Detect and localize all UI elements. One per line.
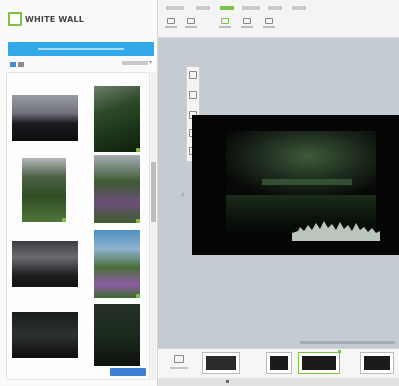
photo-dark-lake[interactable]: [12, 312, 78, 358]
sort-icon[interactable]: ▾: [149, 59, 152, 66]
list-view-icon[interactable]: [18, 62, 24, 67]
photo-green-ferns[interactable]: [22, 158, 66, 222]
photo-lupine-meadow[interactable]: [94, 230, 140, 298]
status-strip: [158, 378, 399, 386]
used-indicator-icon: [136, 148, 140, 152]
format-slot[interactable]: [202, 352, 240, 374]
text-button[interactable]: [262, 18, 276, 32]
used-indicator-icon: [136, 294, 140, 298]
menu-item[interactable]: [166, 6, 184, 10]
logo-square-icon: [8, 12, 22, 26]
scrollbar-thumb[interactable]: [151, 162, 156, 222]
active-indicator-icon: [338, 350, 341, 353]
upload-photos-button[interactable]: [8, 42, 154, 56]
strip-marker-icon: [226, 380, 229, 383]
logo: WHITE WALL: [8, 8, 84, 30]
menu-item[interactable]: [242, 6, 260, 10]
filter-button[interactable]: [240, 18, 254, 32]
crop-icon[interactable]: [189, 91, 197, 99]
photo-dark-forest[interactable]: [94, 304, 140, 366]
logo-text: WHITE WALL: [25, 14, 85, 24]
format-thumbnail: [206, 356, 236, 370]
top-toolbar: [158, 0, 399, 38]
used-indicator-icon: [136, 219, 140, 223]
tool-label: [165, 26, 177, 28]
grid-view-icon[interactable]: [10, 62, 16, 67]
redo-icon: [187, 18, 195, 24]
menu-item[interactable]: [268, 6, 282, 10]
format-slot[interactable]: [360, 352, 394, 374]
text-icon: [265, 18, 273, 24]
undo-icon: [167, 18, 175, 24]
photo-shore-layer: [262, 179, 352, 185]
redo-button[interactable]: [184, 18, 198, 32]
layout-icon[interactable]: [189, 71, 197, 79]
photo-waterfall[interactable]: [94, 86, 140, 152]
photo-forest-layer: [226, 131, 376, 195]
filter-icon: [243, 18, 251, 24]
sort-label[interactable]: [122, 61, 148, 65]
crop-icon: [221, 18, 229, 24]
tool-label: [263, 26, 275, 28]
format-thumbnail: [302, 356, 336, 370]
canvas-status-line: [300, 341, 395, 344]
format-slot[interactable]: [266, 352, 292, 374]
format-thumbnail: [270, 356, 288, 370]
tool-label: [185, 26, 197, 28]
crop-button[interactable]: [218, 18, 232, 32]
undo-button[interactable]: [164, 18, 178, 32]
add-icon[interactable]: [174, 355, 184, 363]
used-indicator-icon: [62, 218, 66, 222]
selection-badge[interactable]: [110, 368, 146, 376]
photo-reflection: [292, 221, 380, 241]
previous-arrow-icon[interactable]: ‹: [181, 190, 184, 199]
photo-flowers-forest[interactable]: [94, 155, 140, 223]
tool-label: [241, 26, 253, 28]
tool-label: [219, 26, 231, 28]
photo-misty-forest[interactable]: [12, 95, 78, 141]
menu-item[interactable]: [196, 6, 210, 10]
photo-grid-scrollbar[interactable]: [151, 72, 156, 380]
photo-fog-valley[interactable]: [12, 241, 78, 287]
menu-item-active[interactable]: [220, 6, 234, 10]
format-thumbnail: [364, 356, 390, 370]
upload-icon: [38, 48, 124, 50]
view-toggle[interactable]: [10, 62, 24, 67]
menu-item[interactable]: [292, 6, 306, 10]
format-slot-active[interactable]: [298, 352, 340, 374]
menu-row: [158, 6, 399, 16]
bottom-label: [170, 367, 188, 369]
selected-photo[interactable]: [192, 115, 399, 255]
